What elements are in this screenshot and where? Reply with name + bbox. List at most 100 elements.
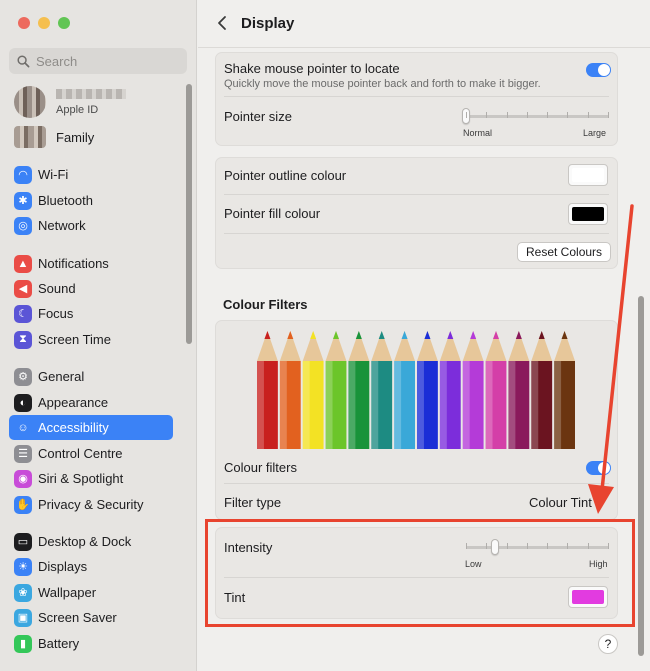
search-input[interactable] — [36, 53, 176, 69]
speaker-icon: ◀ — [14, 279, 32, 298]
sidebar-item-label: Network — [38, 218, 86, 233]
sidebar-item-battery[interactable]: ▮ Battery — [9, 631, 173, 656]
sidebar-item-label: Focus — [38, 306, 74, 321]
pointer-size-label: Pointer size — [224, 109, 292, 124]
sidebar-item-displays[interactable]: ☀ Displays — [9, 554, 173, 579]
colour-filters-row: Colour filters — [224, 460, 609, 475]
sidebar-item-screen-time[interactable]: ⧗ Screen Time — [9, 327, 173, 352]
account-name-redacted — [56, 88, 126, 99]
pencil — [394, 331, 415, 449]
shake-row: Shake mouse pointer to locate Quickly mo… — [224, 61, 609, 90]
fill-colour-well[interactable] — [568, 203, 608, 225]
sidebar-item-desktop-dock[interactable]: ▭ Desktop & Dock — [9, 529, 173, 554]
sidebar-item-sound[interactable]: ◀ Sound — [9, 276, 173, 301]
reset-colours-button[interactable]: Reset Colours — [517, 242, 612, 262]
sidebar-item-label: Siri & Spotlight — [38, 471, 124, 486]
sidebar: Apple ID Family ◠ Wi-Fi ✱ Bluetooth ◎ Network… — [0, 0, 197, 671]
siri-icon: ◉ — [14, 469, 32, 488]
colour-filters-toggle[interactable] — [586, 461, 611, 475]
sidebar-item-label: Wallpaper — [38, 585, 97, 600]
sidebar-item-label: Privacy & Security — [38, 497, 144, 512]
slider-tick — [567, 112, 569, 118]
pencil — [279, 331, 301, 449]
pencil — [531, 331, 553, 449]
sidebar-item-notifications[interactable]: ▲ Notifications — [9, 251, 173, 276]
sidebar-item-siri-spotlight[interactable]: ◉ Siri & Spotlight — [9, 466, 173, 491]
pencil — [325, 331, 347, 449]
network-icon: ◎ — [14, 216, 32, 235]
sidebar-item-label: Wi-Fi — [38, 167, 69, 182]
sidebar-item-privacy-security[interactable]: ✋ Privacy & Security — [9, 492, 173, 517]
apple-id-account[interactable]: Apple ID — [14, 86, 126, 118]
wifi-icon: ◠ — [14, 165, 32, 184]
pencil — [417, 331, 438, 449]
colour-filters-heading: Colour Filters — [223, 297, 308, 312]
accessibility-icon: ☺ — [14, 418, 32, 437]
sidebar-item-screen-saver[interactable]: ▣ Screen Saver — [9, 605, 173, 630]
sidebar-item-label: Desktop & Dock — [38, 534, 132, 549]
back-button[interactable] — [212, 12, 232, 34]
settings-window: Apple ID Family ◠ Wi-Fi ✱ Bluetooth ◎ Network… — [0, 0, 650, 671]
control-centre-icon: ☰ — [14, 444, 32, 463]
slider-tick — [608, 112, 609, 118]
filter-type-value: Colour Tint — [529, 495, 592, 510]
outline-colour-swatch — [572, 168, 604, 182]
avatar — [14, 86, 46, 118]
sidebar-item-label: Sound — [38, 281, 76, 296]
apple-id-label: Apple ID — [56, 103, 99, 116]
sidebar-item-general[interactable]: ⚙ General — [9, 364, 173, 389]
fill-colour-row: Pointer fill colour — [224, 206, 609, 221]
pointer-size-max: Large — [583, 128, 607, 138]
divider — [224, 194, 609, 195]
sidebar-item-control-centre[interactable]: ☰ Control Centre — [9, 441, 173, 466]
zoom-window-button[interactable] — [58, 17, 70, 29]
fill-colour-label: Pointer fill colour — [224, 206, 321, 221]
sidebar-item-appearance[interactable]: ◐ Appearance — [9, 390, 173, 415]
slider-tick — [587, 112, 589, 118]
pencil — [485, 331, 507, 449]
sidebar-item-label: Accessibility — [38, 420, 109, 435]
search-field[interactable] — [9, 48, 187, 74]
shake-toggle[interactable] — [586, 63, 611, 77]
pencil — [348, 331, 370, 449]
bell-icon: ▲ — [14, 254, 32, 273]
family-avatar — [14, 126, 46, 148]
sidebar-item-wallpaper[interactable]: ❀ Wallpaper — [9, 580, 173, 605]
sidebar-item-wi-fi[interactable]: ◠ Wi-Fi — [9, 162, 173, 187]
outline-colour-label: Pointer outline colour — [224, 168, 347, 183]
chevron-left-icon — [218, 16, 226, 30]
family-item[interactable]: Family — [14, 126, 94, 148]
outline-colour-well[interactable] — [568, 164, 608, 186]
family-label: Family — [56, 129, 95, 145]
page-title: Display — [241, 15, 295, 32]
bluetooth-icon: ✱ — [14, 191, 32, 210]
sidebar-item-bluetooth[interactable]: ✱ Bluetooth — [9, 188, 173, 213]
minimize-window-button[interactable] — [38, 17, 50, 29]
pencil — [554, 331, 575, 449]
hand-icon: ✋ — [14, 495, 32, 514]
slider-tick — [506, 112, 508, 118]
search-icon — [17, 54, 30, 67]
sidebar-item-network[interactable]: ◎ Network — [9, 213, 173, 238]
slider-tick — [486, 112, 488, 118]
divider — [224, 96, 609, 97]
close-window-button[interactable] — [18, 17, 30, 29]
pencil — [371, 331, 393, 449]
sidebar-scrollbar[interactable] — [186, 84, 192, 344]
sidebar-item-accessibility[interactable]: ☺ Accessibility — [9, 415, 173, 440]
main-scrollbar[interactable] — [638, 296, 644, 656]
pencil — [439, 331, 461, 449]
help-button[interactable]: ? — [598, 634, 618, 654]
highlight-annotation-box — [205, 519, 635, 627]
sidebar-item-label: Battery — [38, 636, 80, 651]
pencil — [302, 331, 324, 449]
pointer-size-min: Normal — [463, 128, 493, 138]
sidebar-item-focus[interactable]: ☾ Focus — [9, 301, 173, 326]
hourglass-icon: ⧗ — [14, 330, 32, 349]
slider-tick — [547, 112, 549, 118]
battery-icon: ▮ — [14, 634, 32, 653]
shake-label: Shake mouse pointer to locate — [224, 61, 400, 76]
appearance-icon: ◐ — [14, 393, 32, 412]
filter-type-popup[interactable]: Colour Tint — [529, 495, 603, 510]
slider-tick — [526, 112, 528, 118]
